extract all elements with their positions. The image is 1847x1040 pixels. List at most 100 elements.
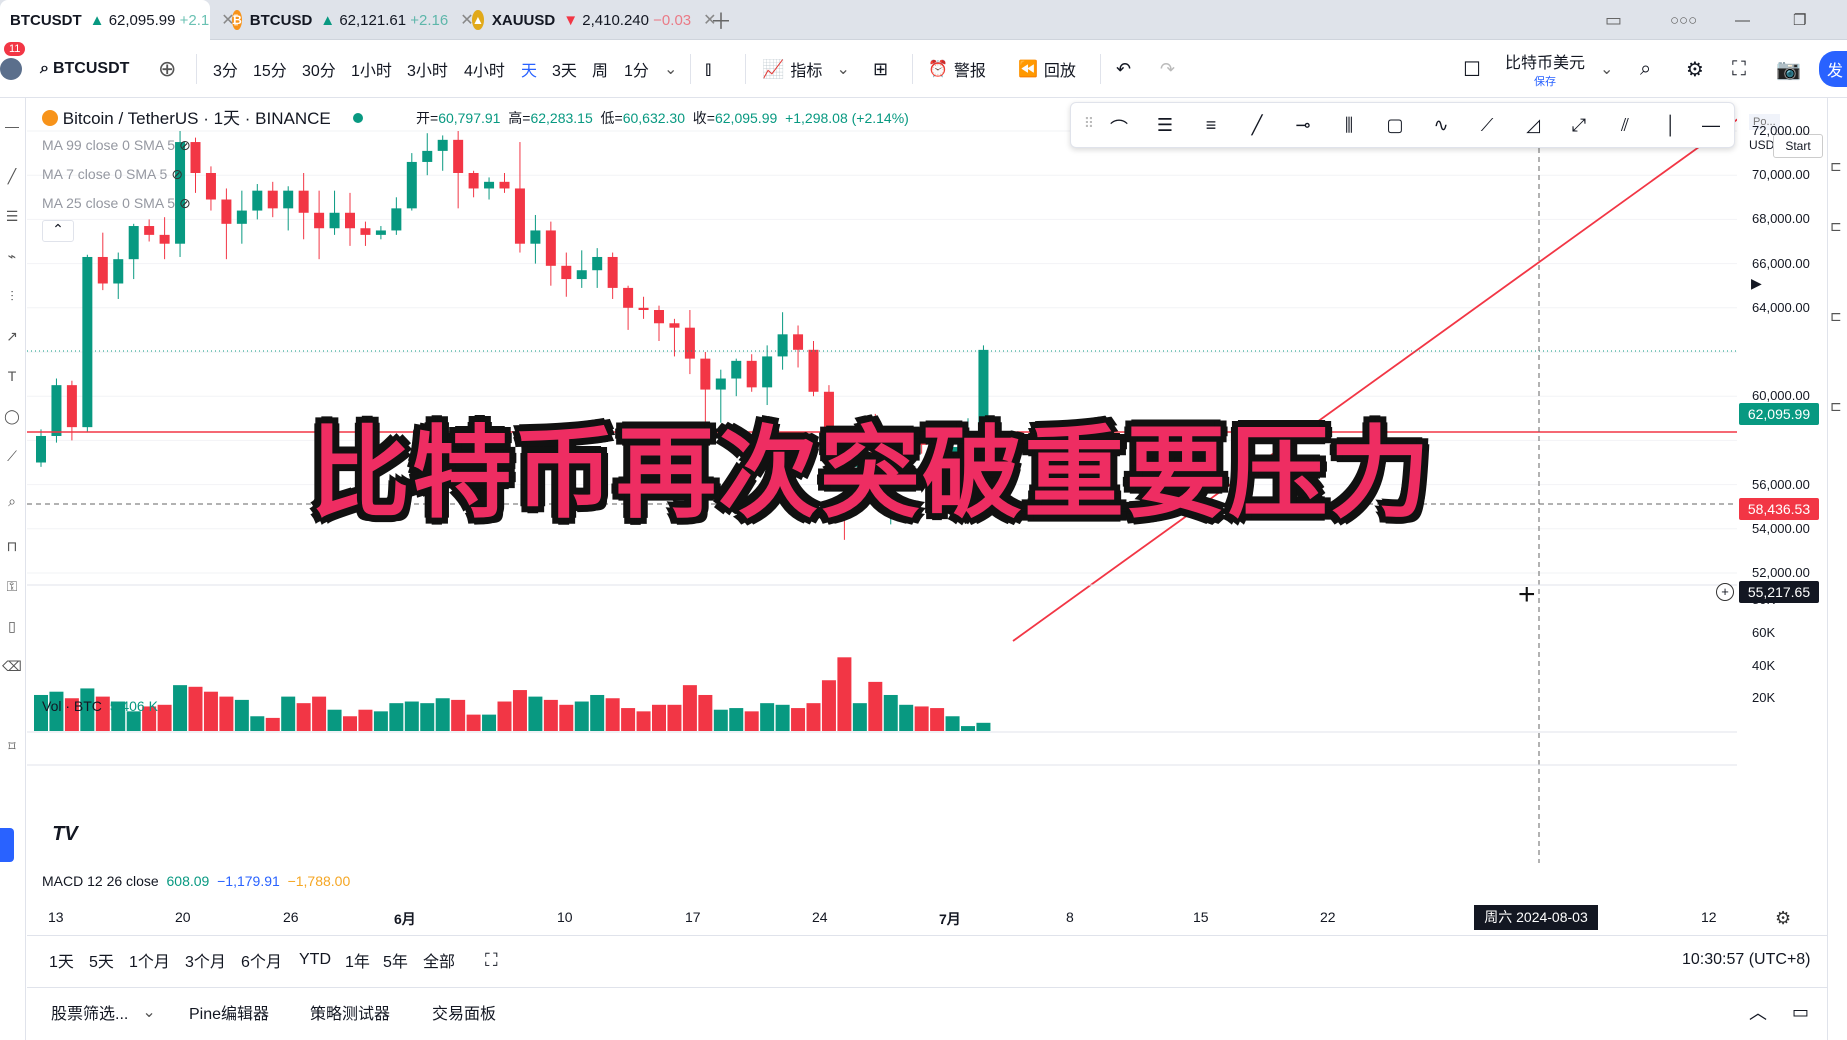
replay-button[interactable]: ⏪ 回放 (1018, 40, 1076, 98)
compare-add-icon[interactable]: ⊕ (158, 40, 176, 98)
fan-icon[interactable]: ☰ (1153, 115, 1177, 137)
range-1m[interactable]: 1个月 (129, 936, 170, 984)
chevron-up-icon[interactable]: ︿ (1749, 988, 1767, 1036)
panel-screener[interactable]: 股票筛选... ⌄ (51, 988, 156, 1036)
pattern-icon[interactable]: ⌁ (2, 248, 22, 268)
alerts-icon[interactable]: ⊏ (1830, 218, 1842, 235)
ray-icon[interactable]: ⟋ (1475, 115, 1499, 137)
fullscreen-icon[interactable]: ⛶ (1732, 40, 1746, 98)
range-1y[interactable]: 1年 (345, 936, 370, 984)
horizontal-line-icon[interactable]: — (1699, 115, 1723, 137)
extended-line-icon[interactable]: ⤢ (1567, 115, 1591, 137)
alert-button[interactable]: ⏰ 警报 (928, 40, 986, 98)
curve-icon[interactable]: ◿ (1521, 115, 1545, 137)
minimize-icon[interactable]: — (1725, 0, 1760, 40)
trendline-icon[interactable]: ╱ (1245, 115, 1269, 137)
range-5d[interactable]: 5天 (89, 936, 114, 984)
path-icon[interactable]: ∿ (1429, 115, 1453, 137)
interval-4h[interactable]: 4小时 (464, 40, 505, 98)
range-5y[interactable]: 5年 (383, 936, 408, 984)
publish-button[interactable]: 发 (1819, 40, 1847, 98)
range-6m[interactable]: 6个月 (241, 936, 282, 984)
market-status-icon[interactable] (353, 113, 364, 123)
text-icon[interactable]: T (2, 368, 22, 388)
lock-icon[interactable]: ⚿ (2, 578, 22, 598)
pitchfork-icon[interactable]: ⫽ (1613, 115, 1637, 137)
tab-btcusdt[interactable]: BTCUSDT ▲ 62,095.99 +2.1 ✕ (0, 0, 235, 40)
sidebar-toggle-button[interactable] (0, 828, 14, 862)
more-icon[interactable]: ○○○ (1660, 0, 1707, 40)
zoom-icon[interactable]: ⌕ (2, 493, 22, 513)
clock[interactable]: 10:30:57 (UTC+8) (1682, 936, 1811, 984)
eye-hidden-icon[interactable]: ⊘ (171, 166, 183, 182)
redo-icon[interactable]: ↷ (1160, 40, 1175, 98)
range-3m[interactable]: 3个月 (185, 936, 226, 984)
candles-icon[interactable]: ⫾ (705, 40, 711, 98)
chevron-down-icon[interactable]: ⌄ (664, 40, 677, 98)
currency-label[interactable]: USD (1749, 138, 1774, 152)
horizontal-ray-icon[interactable]: ⊸ (1291, 115, 1315, 137)
quick-search-icon[interactable]: ⌕ (1640, 40, 1651, 98)
eraser-icon[interactable]: ⌫ (2, 658, 22, 678)
interval-30m[interactable]: 30分 (302, 40, 336, 98)
interval-3m[interactable]: 3分 (213, 40, 238, 98)
tab-btcusd[interactable]: ₿ BTCUSD ▲ 62,121.61 +2.16 ✕ (222, 0, 474, 40)
visibility-icon[interactable]: ▯ (2, 618, 22, 638)
bars-pattern-icon[interactable]: ⫼ (1337, 115, 1361, 137)
panel-strategy-tester[interactable]: 策略测试器 (310, 988, 390, 1036)
drag-handle-icon[interactable]: ⠿ (1077, 115, 1101, 137)
symbol-search[interactable]: ⌕ BTCUSDT (40, 40, 129, 98)
emoji-icon[interactable]: ◯ (2, 408, 22, 428)
calendar-icon[interactable]: ⊏ (1830, 308, 1842, 325)
wave-icon[interactable]: ⌒ (1107, 115, 1131, 139)
magnet-icon[interactable]: ⊓ (2, 538, 22, 558)
chart-title[interactable]: Bitcoin / TetherUS · 1天 · BINANCE (63, 109, 331, 128)
cursor-icon[interactable]: — (2, 118, 22, 138)
range-ytd[interactable]: YTD (299, 936, 331, 984)
templates-icon[interactable]: ⊞ (873, 40, 888, 98)
indicators-button[interactable]: 📈 指标 ⌄ (762, 40, 850, 98)
panel-trading[interactable]: 交易面板 (432, 988, 496, 1036)
monitor-icon[interactable]: ▭ (1595, 0, 1632, 40)
interval-3h[interactable]: 3小时 (407, 40, 448, 98)
chevron-down-icon[interactable]: ⌄ (1600, 40, 1613, 98)
avatar[interactable]: 11 (0, 40, 26, 98)
interval-1w[interactable]: 周 (592, 40, 608, 98)
collapse-legend-button[interactable]: ⌃ (42, 220, 74, 242)
fib-icon[interactable]: ☰ (2, 208, 22, 228)
axis-settings-icon[interactable]: ⚙ (1775, 908, 1791, 929)
camera-icon[interactable]: 📷 (1776, 40, 1801, 98)
interval-3d[interactable]: 3天 (552, 40, 577, 98)
tradingview-logo[interactable]: TV (44, 822, 86, 846)
indicator-ma99[interactable]: MA 99 close 0 SMA 5 ⊘ (42, 137, 191, 154)
scroll-arrow-icon[interactable]: ▶ (1751, 275, 1762, 292)
news-icon[interactable]: ⊏ (1830, 398, 1842, 415)
interval-15m[interactable]: 15分 (253, 40, 287, 98)
settings-icon[interactable]: ⚙ (1686, 40, 1704, 98)
channel-icon[interactable]: ≡ (1199, 115, 1223, 137)
undo-icon[interactable]: ↶ (1116, 40, 1131, 98)
vertical-line-icon[interactable]: │ (1659, 115, 1683, 137)
panel-pine-editor[interactable]: Pine编辑器 (189, 988, 269, 1036)
ruler-icon[interactable]: ⟋ (2, 448, 22, 468)
trendline-icon[interactable]: ╱ (2, 168, 22, 188)
interval-1m[interactable]: 1分 (624, 40, 649, 98)
checkbox-icon[interactable]: ☐ (1463, 40, 1481, 98)
projection-icon[interactable]: ⫶ (2, 288, 22, 308)
indicator-ma25[interactable]: MA 25 close 0 SMA 5 ⊘ (42, 195, 191, 212)
eye-hidden-icon[interactable]: ⊘ (179, 137, 191, 153)
add-alert-icon[interactable]: + (1716, 583, 1734, 601)
new-tab-icon[interactable]: ＋ (700, 0, 742, 40)
layout-name-button[interactable]: 比特币美元 保存 (1505, 40, 1585, 98)
eye-hidden-icon[interactable]: ⊘ (179, 195, 191, 211)
indicator-ma7[interactable]: MA 7 close 0 SMA 5 ⊘ (42, 166, 183, 183)
range-all[interactable]: 全部 (423, 936, 455, 984)
watchlist-icon[interactable]: ⊏ (1830, 158, 1842, 175)
maximize-panel-icon[interactable]: ▭ (1792, 988, 1809, 1036)
restore-icon[interactable]: ❐ (1783, 0, 1816, 40)
tab-xauusd[interactable]: ▲ XAUUSD ▼ 2,410.240 −0.03 ✕ (462, 0, 717, 40)
interval-1h[interactable]: 1小时 (351, 40, 392, 98)
calendar-icon[interactable]: ⛶ (485, 936, 498, 984)
trash-icon[interactable]: ⌑ (2, 738, 22, 758)
interval-1d[interactable]: 天 (521, 40, 537, 98)
